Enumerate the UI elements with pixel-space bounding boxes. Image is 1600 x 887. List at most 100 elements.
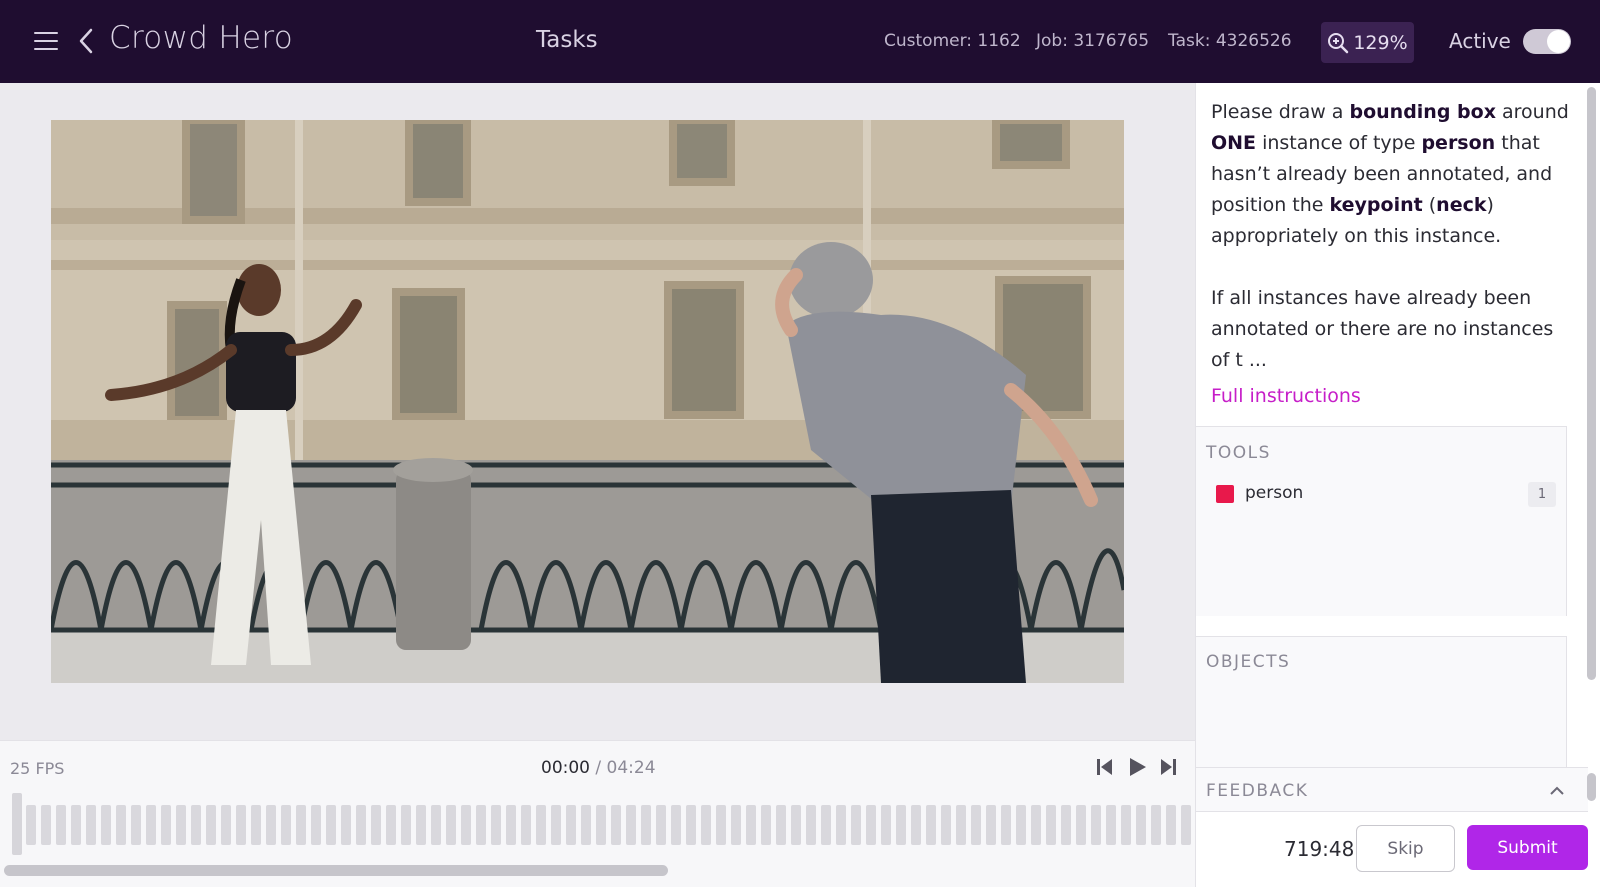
- instructions-text: Please draw a bounding box around ONE in…: [1211, 97, 1571, 407]
- app-title: Crowd Hero: [109, 20, 293, 56]
- feedback-section-toggle[interactable]: FEEDBACK: [1196, 767, 1588, 812]
- frame-tick: [926, 805, 936, 845]
- hamburger-menu-icon[interactable]: [34, 32, 58, 50]
- frame-tick: [1151, 805, 1161, 845]
- tools-title: TOOLS: [1206, 443, 1271, 463]
- frame-tick: [761, 805, 771, 845]
- frame-tick: [461, 805, 471, 845]
- frame-tick: [131, 805, 141, 845]
- frame-tick: [311, 805, 321, 845]
- back-chevron-icon[interactable]: [76, 26, 96, 56]
- right-panel: Please draw a bounding box around ONE in…: [1195, 83, 1600, 887]
- person-color-swatch: [1216, 485, 1234, 503]
- frame-tick: [581, 805, 591, 845]
- frame-tick: [1031, 805, 1041, 845]
- submit-button[interactable]: Submit: [1467, 825, 1588, 870]
- frame-tick: [1091, 805, 1101, 845]
- annotation-canvas-area: [0, 83, 1195, 740]
- frame-strip[interactable]: [10, 793, 1195, 855]
- playhead-handle[interactable]: [12, 793, 22, 855]
- frame-tick: [176, 805, 186, 845]
- feedback-title: FEEDBACK: [1206, 781, 1309, 801]
- frame-tick: [791, 805, 801, 845]
- frame-tick: [716, 805, 726, 845]
- frame-tick: [626, 805, 636, 845]
- frame-tick: [986, 805, 996, 845]
- zoom-button[interactable]: 129%: [1321, 22, 1414, 63]
- frame-tick: [146, 805, 156, 845]
- job-id: Job: 3176765: [1036, 31, 1150, 51]
- frame-tick: [596, 805, 606, 845]
- frame-tick: [671, 805, 681, 845]
- active-label: Active: [1449, 29, 1511, 53]
- tool-person[interactable]: person 1: [1216, 482, 1556, 507]
- skip-to-start-icon[interactable]: [1094, 756, 1116, 778]
- frame-tick: [1046, 805, 1056, 845]
- frame-tick: [41, 805, 51, 845]
- instructions-paragraph-2: If all instances have already been annot…: [1211, 287, 1554, 371]
- task-timer: 719:48: [1284, 837, 1355, 861]
- frame-tick: [521, 805, 531, 845]
- panel-scrollbar[interactable]: [1587, 87, 1596, 680]
- current-time: 00:00: [541, 758, 590, 778]
- skip-to-end-icon[interactable]: [1157, 756, 1179, 778]
- frame-tick: [821, 805, 831, 845]
- frame-tick: [941, 805, 951, 845]
- zoom-in-icon: [1328, 32, 1349, 53]
- frame-tick: [971, 805, 981, 845]
- timeline-scrollbar[interactable]: [4, 865, 668, 876]
- frame-tick: [866, 805, 876, 845]
- frame-tick: [251, 805, 261, 845]
- frame-tick: [446, 805, 456, 845]
- frame-tick: [356, 805, 366, 845]
- full-instructions-link[interactable]: Full instructions: [1211, 385, 1361, 407]
- frame-tick: [551, 805, 561, 845]
- frame-tick: [506, 805, 516, 845]
- frame-tick: [746, 805, 756, 845]
- frame-tick: [1166, 805, 1176, 845]
- frame-tick: [911, 805, 921, 845]
- toggle-knob: [1547, 30, 1570, 53]
- frame-tick: [296, 805, 306, 845]
- frame-tick: [56, 805, 66, 845]
- frame-tick: [776, 805, 786, 845]
- task-footer: 719:48 Skip Submit: [1196, 812, 1600, 887]
- frame-tick: [221, 805, 231, 845]
- tools-section: TOOLS person 1: [1196, 426, 1567, 616]
- frame-tick: [236, 805, 246, 845]
- frame-tick: [1181, 805, 1191, 845]
- play-icon[interactable]: [1126, 756, 1148, 778]
- frame-tick: [71, 805, 81, 845]
- page-title: Tasks: [536, 27, 598, 53]
- timeline-panel: 25 FPS 00:00 / 04:24: [0, 740, 1195, 887]
- frame-tick: [341, 805, 351, 845]
- frame-tick: [161, 805, 171, 845]
- frame-tick: [491, 805, 501, 845]
- frame-tick: [701, 805, 711, 845]
- active-toggle[interactable]: [1523, 29, 1571, 54]
- customer-id: Customer: 1162: [884, 31, 1021, 51]
- frame-tick: [686, 805, 696, 845]
- frame-tick: [476, 805, 486, 845]
- frame-tick: [206, 805, 216, 845]
- frame-tick: [851, 805, 861, 845]
- frame-tick: [416, 805, 426, 845]
- frame-tick: [1076, 805, 1086, 845]
- frame-tick: [1121, 805, 1131, 845]
- skip-button[interactable]: Skip: [1356, 825, 1455, 872]
- zoom-level: 129%: [1353, 31, 1408, 54]
- task-id: Task: 4326526: [1168, 31, 1292, 51]
- frame-tick: [326, 805, 336, 845]
- timecode: 00:00 / 04:24: [541, 758, 656, 778]
- frame-tick: [26, 805, 36, 845]
- frame-tick: [881, 805, 891, 845]
- frame-tick: [641, 805, 651, 845]
- tool-count-badge: 1: [1528, 482, 1556, 507]
- frame-tick: [896, 805, 906, 845]
- frame-tick: [731, 805, 741, 845]
- panel-scrollbar-lower[interactable]: [1587, 773, 1596, 801]
- frame-tick: [956, 805, 966, 845]
- frame-tick: [401, 805, 411, 845]
- frame-tick: [371, 805, 381, 845]
- video-frame[interactable]: [51, 120, 1124, 683]
